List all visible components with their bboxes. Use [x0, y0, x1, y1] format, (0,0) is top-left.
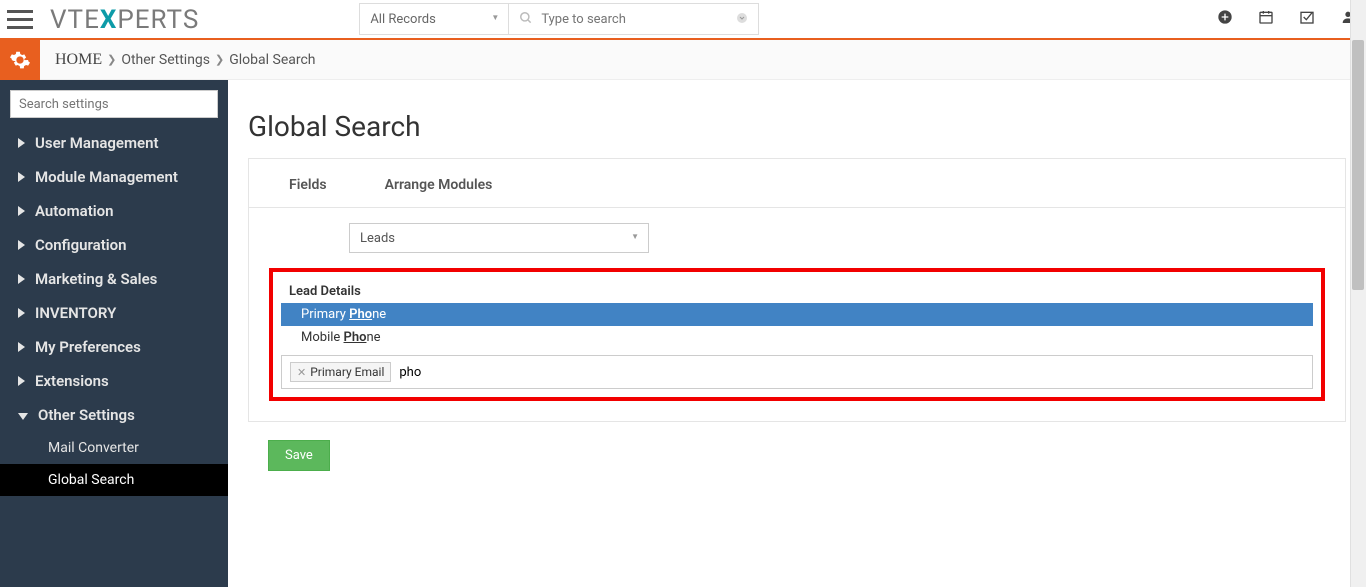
chevron-right-icon	[18, 202, 25, 220]
sidebar-item-label: Other Settings	[38, 406, 135, 424]
option-mobile-phone[interactable]: Mobile Phone	[281, 326, 1313, 349]
remove-tag-icon[interactable]: ✕	[297, 366, 306, 379]
chevron-down-icon	[18, 406, 28, 424]
chevron-right-icon	[18, 236, 25, 254]
field-filter-input[interactable]	[399, 365, 1304, 380]
sidebar-item-label: Automation	[35, 202, 114, 220]
sidebar-item-label: INVENTORY	[35, 304, 116, 322]
main-content: Global Search Fields Arrange Modules Lea…	[228, 80, 1366, 587]
chevron-right-icon	[18, 134, 25, 152]
sidebar-item-configuration[interactable]: Configuration	[0, 228, 228, 262]
tag-primary-email: ✕ Primary Email	[290, 362, 391, 382]
chevron-right-icon: ❯	[107, 53, 116, 66]
panel: Fields Arrange Modules Leads Lead Detail…	[248, 158, 1346, 422]
sidebar-subitem-global-search[interactable]: Global Search	[0, 464, 228, 496]
chevron-right-icon	[18, 270, 25, 288]
sidebar-item-other-settings[interactable]: Other Settings	[0, 398, 228, 432]
sidebar-item-extensions[interactable]: Extensions	[0, 364, 228, 398]
module-select[interactable]: Leads	[349, 223, 649, 253]
layout: User Management Module Management Automa…	[0, 80, 1366, 587]
calendar-icon[interactable]	[1258, 9, 1274, 29]
settings-gear-icon[interactable]	[0, 40, 40, 80]
highlighted-area: Lead Details Primary Phone Mobile Phone …	[269, 268, 1325, 401]
add-icon[interactable]	[1217, 9, 1233, 29]
chevron-right-icon	[18, 304, 25, 322]
chevron-right-icon	[18, 372, 25, 390]
chevron-down-icon[interactable]	[736, 12, 748, 27]
sidebar-item-label: Mail Converter	[48, 440, 139, 456]
top-bar: VTEXPERTS All Records	[0, 0, 1366, 40]
topbar-icons	[1217, 9, 1356, 29]
sidebar-item-my-preferences[interactable]: My Preferences	[0, 330, 228, 364]
scrollbar[interactable]	[1350, 0, 1366, 587]
sidebar-item-label: Marketing & Sales	[35, 270, 157, 288]
chevron-right-icon	[18, 338, 25, 356]
menu-toggle-icon[interactable]	[0, 0, 40, 39]
sidebar-item-label: User Management	[35, 134, 159, 152]
option-primary-phone[interactable]: Primary Phone	[281, 303, 1313, 326]
sidebar-item-marketing-sales[interactable]: Marketing & Sales	[0, 262, 228, 296]
breadcrumb-level2: Global Search	[229, 52, 315, 68]
group-header: Lead Details	[281, 280, 1313, 303]
search-input[interactable]	[541, 12, 736, 27]
sidebar-search-input[interactable]	[10, 90, 218, 118]
sidebar-item-user-management[interactable]: User Management	[0, 126, 228, 160]
sidebar-subitem-mail-converter[interactable]: Mail Converter	[0, 432, 228, 464]
page-title: Global Search	[248, 110, 1346, 143]
chevron-right-icon	[18, 168, 25, 186]
breadcrumb-level1[interactable]: Other Settings	[121, 52, 210, 68]
sidebar-item-label: My Preferences	[35, 338, 141, 356]
sidebar: User Management Module Management Automa…	[0, 80, 228, 587]
records-select[interactable]: All Records	[359, 3, 509, 35]
save-button[interactable]: Save	[268, 440, 330, 471]
sidebar-item-label: Global Search	[48, 472, 134, 488]
checkbox-icon[interactable]	[1299, 9, 1315, 29]
breadcrumb-home[interactable]: HOME	[55, 51, 102, 69]
tab-arrange-modules[interactable]: Arrange Modules	[385, 177, 493, 193]
logo: VTEXPERTS	[50, 4, 199, 35]
sidebar-item-module-management[interactable]: Module Management	[0, 160, 228, 194]
sidebar-item-automation[interactable]: Automation	[0, 194, 228, 228]
scroll-thumb[interactable]	[1352, 40, 1364, 290]
tabs: Fields Arrange Modules	[249, 159, 1345, 208]
search-box	[509, 3, 759, 35]
breadcrumb: HOME ❯ Other Settings ❯ Global Search	[55, 51, 316, 69]
selected-fields-input[interactable]: ✕ Primary Email	[281, 355, 1313, 389]
search-icon	[519, 10, 533, 29]
breadcrumb-row: HOME ❯ Other Settings ❯ Global Search	[0, 40, 1366, 80]
sidebar-item-label: Extensions	[35, 372, 109, 390]
chevron-right-icon: ❯	[215, 53, 224, 66]
tab-fields[interactable]: Fields	[289, 177, 327, 193]
global-search-group: All Records	[359, 3, 759, 35]
sidebar-item-label: Module Management	[35, 168, 178, 186]
sidebar-item-inventory[interactable]: INVENTORY	[0, 296, 228, 330]
sidebar-item-label: Configuration	[35, 236, 127, 254]
